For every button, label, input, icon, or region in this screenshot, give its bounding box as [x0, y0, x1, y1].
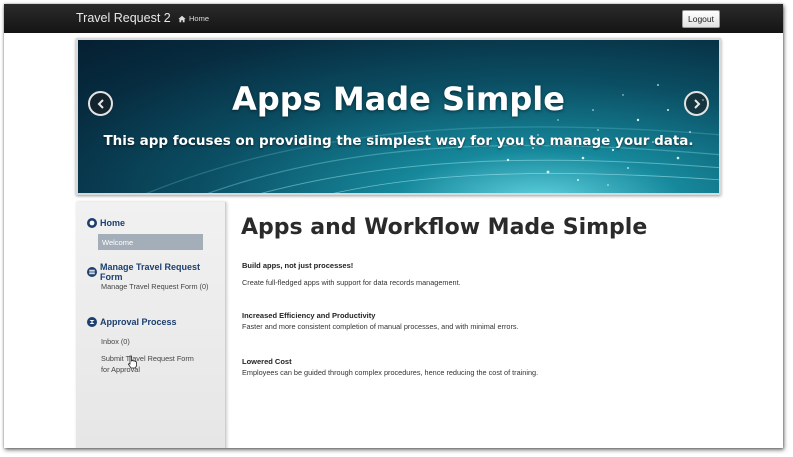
home-section-icon [87, 218, 97, 228]
app-brand[interactable]: Travel Request 2 [76, 11, 171, 25]
feature-title-lowered-cost: Lowered Cost [242, 357, 292, 366]
sidebar: Home Welcome Manage Travel Request Form … [76, 202, 226, 448]
feature-title-build-apps: Build apps, not just processes! [242, 261, 354, 270]
logout-button[interactable]: Logout [682, 10, 720, 28]
app-window: Travel Request 2 Home Logout Apps Made S… [4, 4, 783, 448]
sidebar-section-manage[interactable]: Manage Travel Request Form [87, 262, 225, 282]
sidebar-item-welcome[interactable]: Welcome [98, 234, 203, 250]
banner-subtitle: This app focuses on providing the simple… [103, 133, 694, 149]
banner-title: Apps Made Simple [232, 80, 565, 118]
feature-text-lowered-cost: Employees can be guided through complex … [242, 368, 539, 377]
feature-text-build-apps: Create full-fledged apps with support fo… [242, 278, 461, 287]
top-navbar: Travel Request 2 Home Logout [4, 4, 783, 33]
feature-title-efficiency: Increased Efficiency and Productivity [242, 311, 376, 320]
carousel-banner: Apps Made Simple This app focuses on pro… [76, 38, 721, 195]
process-section-icon [87, 317, 97, 327]
nav-home-link[interactable]: Home [178, 14, 209, 23]
sidebar-item-inbox[interactable]: Inbox (0) [101, 336, 211, 347]
sidebar-section-manage-label: Manage Travel Request Form [100, 262, 201, 282]
carousel-next-button[interactable] [684, 91, 709, 116]
sidebar-section-home[interactable]: Home [87, 218, 125, 228]
nav-home-label: Home [189, 14, 210, 23]
feature-text-efficiency: Faster and more consistent completion of… [242, 322, 519, 331]
page-title: Apps and Workflow Made Simple [241, 215, 648, 240]
sidebar-section-approval[interactable]: Approval Process [87, 317, 177, 327]
sidebar-item-manage-form[interactable]: Manage Travel Request Form (0) [101, 281, 211, 292]
chevron-right-icon [693, 98, 700, 109]
list-section-icon [87, 267, 97, 277]
sidebar-item-submit-form[interactable]: Submit Travel Request Form for Approval [101, 353, 201, 375]
sidebar-section-approval-label: Approval Process [100, 317, 177, 327]
mouse-cursor-icon [128, 355, 137, 369]
home-icon [178, 15, 186, 22]
sidebar-section-home-label: Home [100, 218, 126, 228]
